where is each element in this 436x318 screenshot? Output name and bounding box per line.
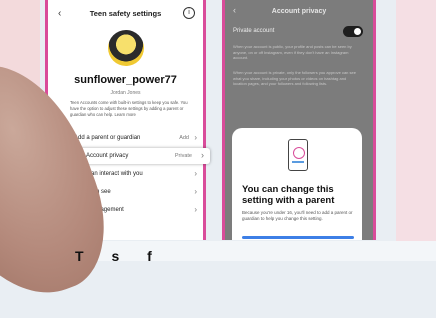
menu-item-value: Add (179, 135, 189, 141)
menu-item-label: Account privacy (86, 153, 129, 159)
illustration-circle (293, 147, 305, 159)
chevron-right-icon: › (194, 187, 197, 196)
real-name: Jordan Jones (110, 90, 141, 96)
private-account-label: Private account (233, 28, 275, 34)
chevron-right-icon: › (194, 169, 197, 178)
parent-permission-sheet: You can change this setting with a paren… (232, 128, 362, 240)
screen-header: ‹ Teen safety settings i (48, 0, 203, 26)
teen-account-description: Teen Accounts come with built-in setting… (70, 100, 188, 117)
back-arrow-icon[interactable]: ‹ (58, 8, 61, 19)
page-title: Teen safety settings (89, 8, 162, 18)
menu-item-value: Private (174, 153, 192, 159)
avatar (108, 30, 144, 66)
menu-item-label: Add a parent or guardian (74, 135, 141, 141)
sheet-title: You can change this setting with a paren… (242, 184, 335, 206)
sheet-body: Because you're under 16, you'll need to … (242, 210, 353, 221)
phone-account-privacy: ‹ Account privacy Private account When y… (222, 0, 376, 240)
illustration-bar (292, 161, 304, 163)
username: sunflower_power77 (74, 74, 177, 86)
toggle-knob (354, 28, 361, 35)
chevron-right-icon: › (194, 205, 197, 214)
private-account-explanation: When your account is private, only the f… (233, 70, 356, 86)
chevron-right-icon: › (194, 133, 197, 142)
background-right-panel (396, 0, 436, 261)
public-account-explanation: When your account is public, your profil… (233, 44, 352, 60)
chevron-right-icon: › (201, 150, 204, 160)
page-title: Account privacy (271, 7, 327, 15)
add-parent-button[interactable] (242, 236, 354, 239)
private-account-toggle[interactable] (343, 26, 363, 37)
info-icon[interactable]: i (183, 7, 195, 19)
screen-header: ‹ Account privacy (225, 0, 373, 22)
phone-illustration-icon (288, 139, 308, 171)
back-arrow-icon[interactable]: ‹ (233, 5, 236, 15)
cropped-caption-text: T s f (75, 248, 164, 264)
